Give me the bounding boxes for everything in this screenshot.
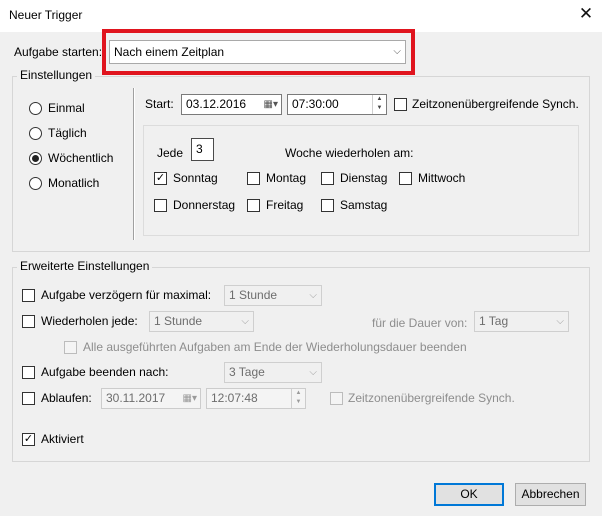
repeat-checkbox[interactable] [22, 315, 35, 328]
checkbox-thursday[interactable] [154, 199, 167, 212]
label-friday: Freitag [266, 198, 304, 212]
cancel-button[interactable]: Abbrechen [515, 483, 586, 506]
start-task-selected: Nach einem Zeitplan [114, 45, 225, 59]
start-task-dropdown[interactable]: Nach einem Zeitplan ⌵ [109, 40, 406, 64]
ok-button[interactable]: OK [434, 483, 504, 506]
expire-checkbox[interactable] [22, 392, 35, 405]
vertical-separator [133, 88, 135, 240]
radio-weekly-label: Wöchentlich [48, 151, 114, 165]
checkbox-tuesday[interactable] [321, 172, 334, 185]
expire-time-value: 12:07:48 [211, 391, 258, 405]
checkbox-sunday[interactable]: ✓ [154, 172, 167, 185]
radio-once[interactable] [29, 102, 42, 115]
stop-all-label: Alle ausgeführten Aufgaben am Ende der W… [83, 340, 467, 354]
calendar-icon[interactable]: ▦▾ [264, 95, 278, 114]
label-monday: Montag [266, 171, 307, 185]
stop-after-value: 3 Tage [229, 365, 265, 379]
chevron-down-icon: ⌵ [309, 367, 317, 378]
checkbox-wednesday[interactable] [399, 172, 412, 185]
checkbox-friday[interactable] [247, 199, 260, 212]
label-saturday: Samstag [340, 198, 388, 212]
delay-checkbox[interactable] [22, 289, 35, 302]
stop-after-checkbox[interactable] [22, 366, 35, 379]
chevron-down-icon: ⌵ [393, 46, 401, 57]
spin-down-icon[interactable]: ▼ [373, 104, 386, 113]
enabled-checkbox[interactable]: ✓ [22, 433, 35, 446]
start-time-field[interactable]: 07:30:00 ▲ ▼ [287, 94, 387, 115]
calendar-icon[interactable]: ▦▾ [183, 389, 197, 408]
time-spinner[interactable]: ▲ ▼ [291, 389, 305, 408]
radio-monthly-label: Monatlich [48, 176, 100, 190]
spin-up-icon[interactable]: ▲ [292, 389, 305, 398]
expire-time-field[interactable]: 12:07:48 ▲ ▼ [206, 388, 306, 409]
spin-down-icon[interactable]: ▼ [292, 398, 305, 407]
close-icon[interactable]: ✕ [576, 4, 596, 24]
title-bar [0, 0, 602, 32]
stop-after-label: Aufgabe beenden nach: [41, 365, 169, 379]
start-task-label: Aufgabe starten: [14, 45, 103, 59]
duration-dropdown[interactable]: 1 Tag ⌵ [474, 311, 569, 332]
expire-sync-checkbox[interactable] [330, 392, 343, 405]
radio-daily[interactable] [29, 127, 42, 140]
start-sync-label: Zeitzonenübergreifende Synch. [412, 97, 579, 111]
start-date-field[interactable]: 03.12.2016 ▦▾ [181, 94, 282, 115]
every-weeks-input[interactable]: 3 [191, 138, 214, 161]
checkbox-saturday[interactable] [321, 199, 334, 212]
start-time-value: 07:30:00 [292, 97, 339, 111]
spin-up-icon[interactable]: ▲ [373, 95, 386, 104]
repeat-dropdown[interactable]: 1 Stunde ⌵ [149, 311, 254, 332]
duration-label: für die Dauer von: [372, 316, 468, 330]
duration-value: 1 Tag [479, 314, 509, 328]
label-sunday: Sonntag [173, 171, 218, 185]
start-label: Start: [145, 97, 174, 111]
start-sync-checkbox[interactable] [394, 98, 407, 111]
expire-date-value: 30.11.2017 [106, 391, 166, 405]
radio-monthly[interactable] [29, 177, 42, 190]
delay-dropdown[interactable]: 1 Stunde ⌵ [224, 285, 322, 306]
stop-all-checkbox[interactable] [64, 341, 77, 354]
expire-date-field[interactable]: 30.11.2017 ▦▾ [101, 388, 201, 409]
window-title: Neuer Trigger [9, 8, 83, 22]
radio-once-label: Einmal [48, 101, 85, 115]
every-label: Jede [157, 146, 184, 160]
start-date-value: 03.12.2016 [186, 97, 247, 111]
time-spinner[interactable]: ▲ ▼ [372, 95, 386, 114]
stop-after-dropdown[interactable]: 3 Tage ⌵ [224, 362, 322, 383]
expire-label: Ablaufen: [41, 391, 92, 405]
delay-label: Aufgabe verzögern für maximal: [41, 288, 212, 302]
advanced-group-label: Erweiterte Einstellungen [17, 259, 153, 273]
checkbox-monday[interactable] [247, 172, 260, 185]
repeat-weekly-label: Woche wiederholen am: [285, 146, 414, 160]
radio-weekly[interactable] [29, 152, 42, 165]
radio-daily-label: Täglich [48, 126, 87, 140]
enabled-label: Aktiviert [41, 432, 84, 446]
chevron-down-icon: ⌵ [309, 290, 317, 301]
chevron-down-icon: ⌵ [556, 316, 564, 327]
radio-selected-dot [32, 155, 39, 162]
settings-group-label: Einstellungen [17, 68, 96, 82]
repeat-label: Wiederholen jede: [41, 314, 138, 328]
delay-value: 1 Stunde [229, 288, 278, 302]
label-wednesday: Mittwoch [418, 171, 466, 185]
chevron-down-icon: ⌵ [241, 316, 249, 327]
expire-sync-label: Zeitzonenübergreifende Synch. [348, 391, 515, 405]
repeat-value: 1 Stunde [154, 314, 203, 328]
label-tuesday: Dienstag [340, 171, 388, 185]
label-thursday: Donnerstag [173, 198, 236, 212]
